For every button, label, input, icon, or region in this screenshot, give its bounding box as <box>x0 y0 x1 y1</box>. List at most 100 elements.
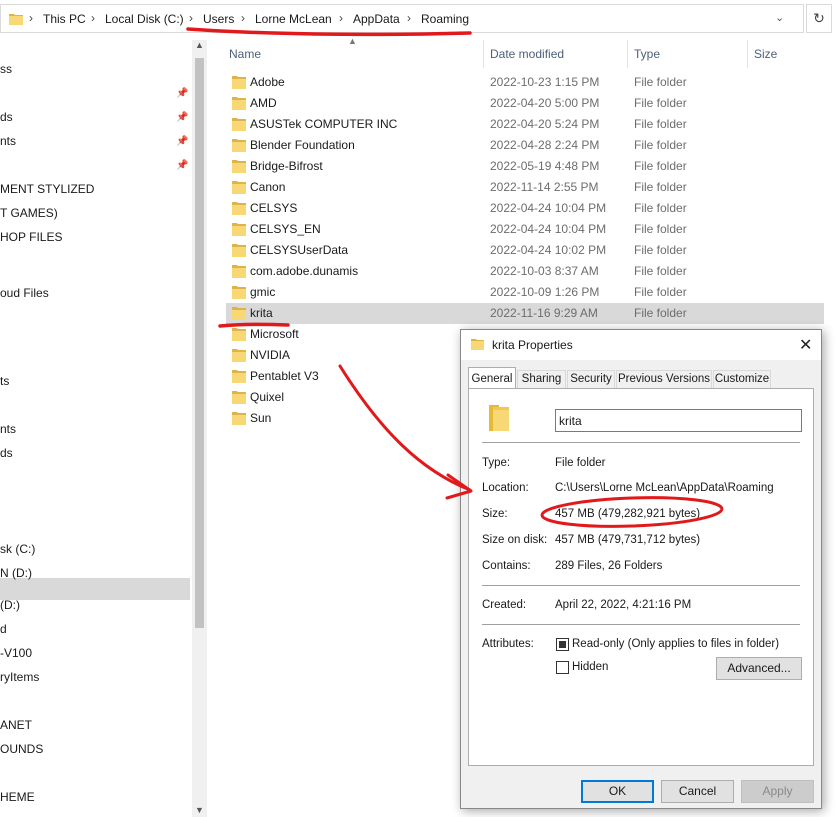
folder-name-input[interactable] <box>555 409 802 432</box>
divider <box>482 442 800 443</box>
file-type: File folder <box>634 264 687 278</box>
breadcrumb-this-pc[interactable]: This PC <box>43 12 86 26</box>
nav-item[interactable]: ss <box>0 62 12 76</box>
hidden-label[interactable]: Hidden <box>572 661 608 673</box>
nav-item[interactable]: MENT STYLIZED <box>0 182 94 196</box>
file-name: Bridge-Bifrost <box>250 159 323 173</box>
nav-item[interactable]: HOP FILES <box>0 230 62 244</box>
size-on-disk-label: Size on disk: <box>482 534 548 546</box>
column-header-size[interactable]: Size <box>748 40 834 68</box>
file-name: CELSYS_EN <box>250 222 321 236</box>
nav-item[interactable]: nts <box>0 422 16 436</box>
tab-customize[interactable]: Customize <box>713 370 771 389</box>
nav-item[interactable]: -V100 <box>0 646 32 660</box>
file-name: gmic <box>250 285 276 299</box>
file-type: File folder <box>634 138 687 152</box>
tab-general[interactable]: General <box>468 367 516 390</box>
nav-item[interactable]: HEME <box>0 790 35 804</box>
file-date: 2022-04-28 2:24 PM <box>490 138 600 152</box>
column-header-type[interactable]: Type <box>628 40 748 68</box>
chevron-down-icon[interactable]: ⌄ <box>775 11 784 24</box>
table-row[interactable]: krita 2022-11-16 9:29 AM File folder <box>226 303 824 324</box>
breadcrumb-users[interactable]: Users <box>203 12 234 26</box>
nav-scrollbar[interactable]: ▲ ▼ <box>192 40 207 817</box>
apply-button[interactable]: Apply <box>741 780 814 803</box>
close-icon[interactable]: ✕ <box>799 335 812 355</box>
size-value: 457 MB (479,282,921 bytes) <box>555 508 701 520</box>
table-row[interactable]: ASUSTek COMPUTER INC 2022-04-20 5:24 PM Fi… <box>226 114 824 135</box>
table-row[interactable]: com.adobe.dunamis 2022-10-03 8:37 AM File … <box>226 261 824 282</box>
general-tab-panel: Type: File folder Location: C:\Users\Lor… <box>468 388 814 766</box>
hidden-checkbox[interactable] <box>556 661 569 674</box>
nav-item[interactable]: nts <box>0 134 16 148</box>
dialog-title: krita Properties <box>492 338 573 352</box>
pin-icon[interactable]: 📌 <box>176 160 188 171</box>
address-bar[interactable]: › This PC › Local Disk (C:) › Users › Lo… <box>0 4 804 33</box>
nav-item[interactable]: ANET <box>0 718 32 732</box>
navigation-pane: ss 📌 ds 📌 nts 📌 📌 MENT STYLIZED T GAMES)… <box>0 40 190 817</box>
nav-selection-highlight <box>0 578 190 600</box>
table-row[interactable]: CELSYSUserData 2022-04-24 10:02 PM File fo… <box>226 240 824 261</box>
breadcrumb-separator: › <box>339 11 343 25</box>
breadcrumb-appdata[interactable]: AppData <box>353 12 400 26</box>
ok-button[interactable]: OK <box>581 780 654 803</box>
cancel-button[interactable]: Cancel <box>661 780 734 803</box>
file-type: File folder <box>634 243 687 257</box>
breadcrumb-separator: › <box>189 11 193 25</box>
table-row[interactable]: Adobe 2022-10-23 1:15 PM File folder <box>226 72 824 93</box>
tab-previous-versions[interactable]: Previous Versions <box>616 370 712 389</box>
size-label: Size: <box>482 508 508 520</box>
pin-icon[interactable]: 📌 <box>176 112 188 123</box>
breadcrumb-separator: › <box>91 11 95 25</box>
file-type: File folder <box>634 222 687 236</box>
table-row[interactable]: CELSYS_EN 2022-04-24 10:04 PM File folder <box>226 219 824 240</box>
created-label: Created: <box>482 599 527 611</box>
table-row[interactable]: AMD 2022-04-20 5:00 PM File folder <box>226 93 824 114</box>
readonly-label[interactable]: Read-only (Only applies to files in fold… <box>572 638 779 650</box>
scroll-up-icon[interactable]: ▲ <box>195 40 204 50</box>
scrollbar-thumb[interactable] <box>195 58 204 628</box>
file-date: 2022-04-24 10:04 PM <box>490 222 607 236</box>
nav-item[interactable]: N (D:) <box>0 566 32 580</box>
refresh-icon[interactable]: ↻ <box>806 4 832 33</box>
folder-icon <box>232 223 246 236</box>
table-row[interactable]: Bridge-Bifrost 2022-05-19 4:48 PM File fol… <box>226 156 824 177</box>
nav-item[interactable]: oud Files <box>0 286 49 300</box>
folder-icon <box>232 307 246 320</box>
dialog-titlebar[interactable]: krita Properties ✕ <box>461 330 821 360</box>
folder-icon <box>232 286 246 299</box>
scroll-down-icon[interactable]: ▼ <box>195 805 204 815</box>
pin-icon[interactable]: 📌 <box>176 88 188 99</box>
file-date: 2022-11-14 2:55 PM <box>490 180 599 194</box>
folder-icon <box>232 76 246 89</box>
table-row[interactable]: Canon 2022-11-14 2:55 PM File folder <box>226 177 824 198</box>
breadcrumb-user[interactable]: Lorne McLean <box>255 12 332 26</box>
nav-item[interactable]: ds <box>0 110 13 124</box>
folder-icon <box>489 405 509 431</box>
tab-sharing[interactable]: Sharing <box>517 370 566 389</box>
attributes-label: Attributes: <box>482 638 534 650</box>
advanced-button[interactable]: Advanced... <box>716 657 802 680</box>
nav-item[interactable]: ds <box>0 446 13 460</box>
nav-item[interactable]: T GAMES) <box>0 206 58 220</box>
file-date: 2022-05-19 4:48 PM <box>490 159 600 173</box>
pin-icon[interactable]: 📌 <box>176 136 188 147</box>
nav-item[interactable]: OUNDS <box>0 742 43 756</box>
type-value: File folder <box>555 457 606 469</box>
breadcrumb-local-disk[interactable]: Local Disk (C:) <box>105 12 184 26</box>
nav-item[interactable]: ryItems <box>0 670 39 684</box>
file-name: Pentablet V3 <box>250 369 319 383</box>
contains-label: Contains: <box>482 560 531 572</box>
column-header-date[interactable]: Date modified <box>484 40 628 68</box>
readonly-checkbox[interactable] <box>556 638 569 651</box>
tab-security[interactable]: Security <box>567 370 615 389</box>
table-row[interactable]: CELSYS 2022-04-24 10:04 PM File folder <box>226 198 824 219</box>
table-row[interactable]: gmic 2022-10-09 1:26 PM File folder <box>226 282 824 303</box>
nav-item[interactable]: (D:) <box>0 598 20 612</box>
nav-item[interactable]: d <box>0 622 7 636</box>
table-row[interactable]: Blender Foundation 2022-04-28 2:24 PM File… <box>226 135 824 156</box>
nav-item-local-disk[interactable]: sk (C:) <box>0 542 35 556</box>
nav-item[interactable]: ts <box>0 374 9 388</box>
breadcrumb-roaming[interactable]: Roaming <box>421 12 469 26</box>
file-name: krita <box>250 306 273 320</box>
